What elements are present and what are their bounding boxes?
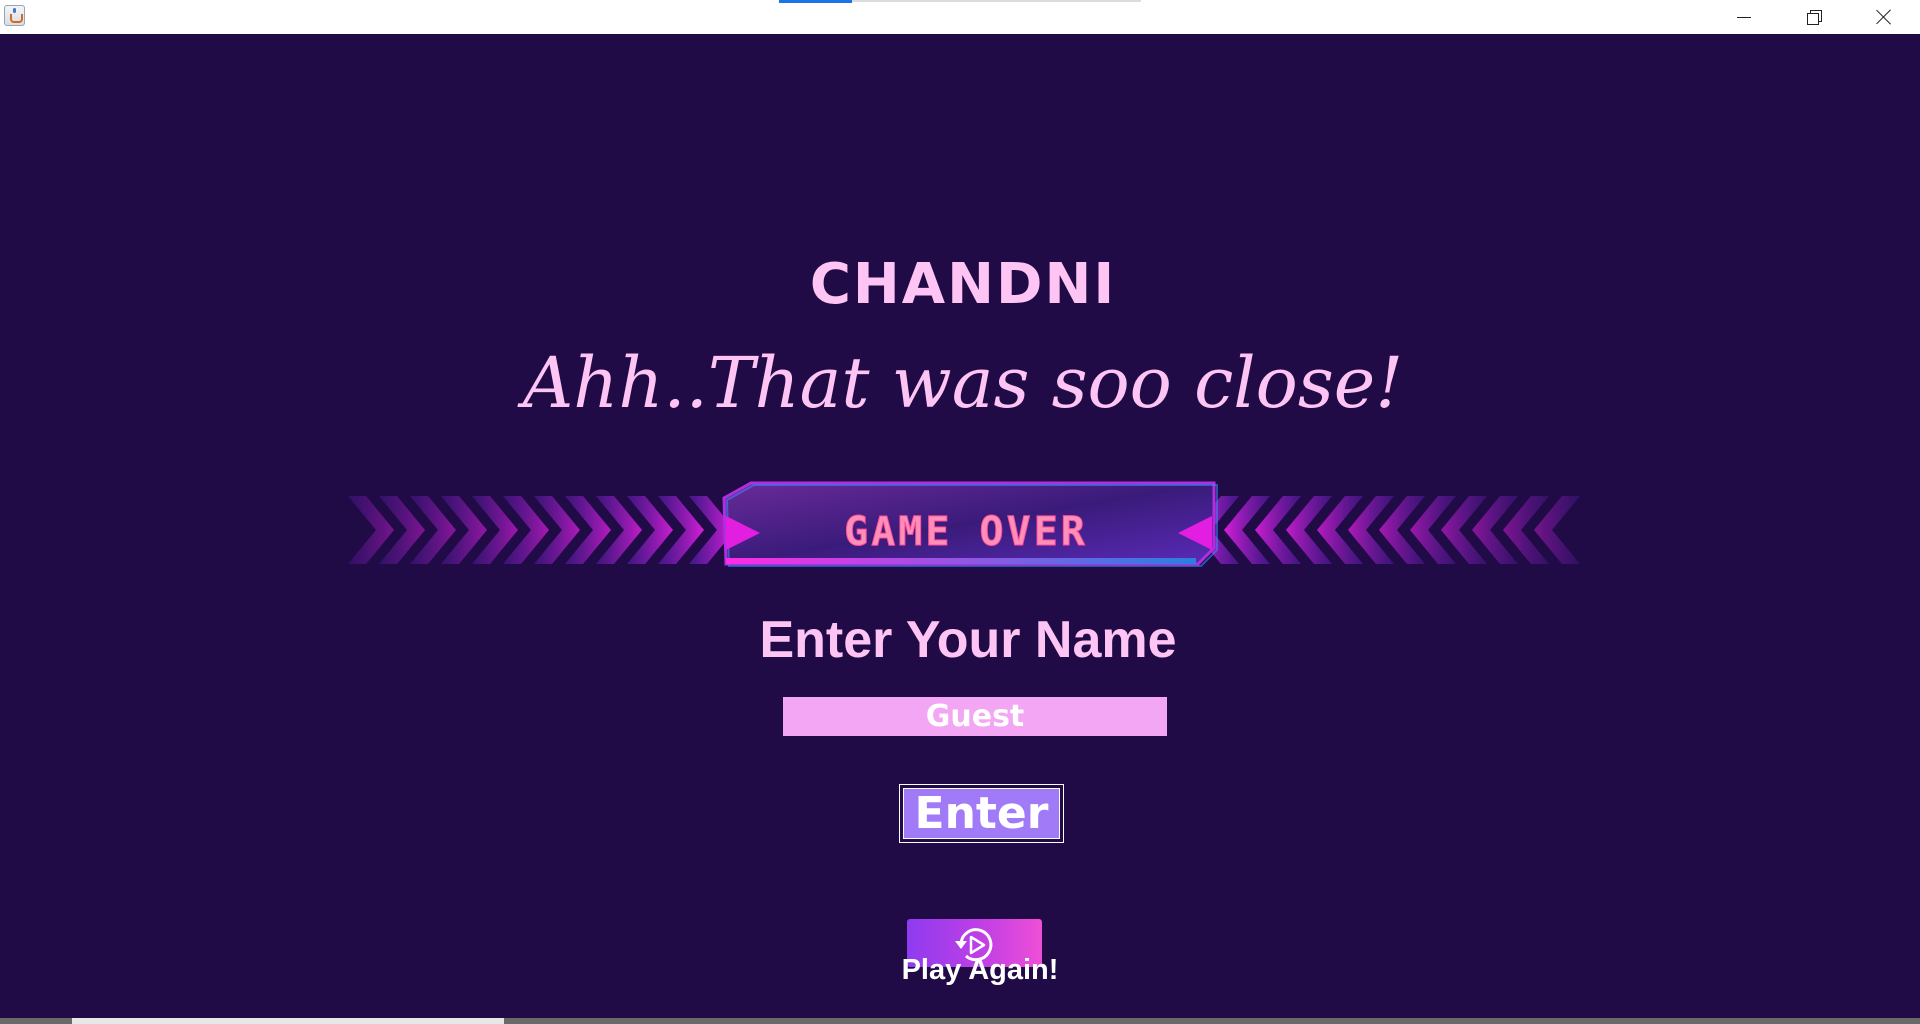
- game-over-banner-text: GAME OVER: [844, 509, 1088, 555]
- play-again-label: Play Again!: [901, 954, 1059, 986]
- name-input[interactable]: [783, 697, 1167, 736]
- minimize-icon: [1737, 16, 1751, 18]
- left-chevrons: [348, 496, 735, 564]
- chevron-right-decoration: [1534, 496, 1580, 564]
- close-button[interactable]: [1849, 0, 1919, 34]
- enter-button-label: Enter: [903, 788, 1060, 839]
- java-cup-icon: [4, 5, 25, 26]
- title-bar: [0, 0, 1920, 34]
- right-chevrons: [1193, 496, 1580, 564]
- game-over-banner: GAME OVER: [348, 481, 1580, 567]
- restore-button[interactable]: [1779, 0, 1849, 34]
- bottom-scroll-thumb[interactable]: [72, 1018, 504, 1024]
- chevron-left-decoration: [348, 496, 394, 564]
- game-window: CHANDNI Ahh..That was soo close! GAME OV…: [0, 0, 1920, 1024]
- tab-indicator-track: [852, 0, 1141, 2]
- tab-indicator: [779, 0, 852, 3]
- bottom-scroll-strip: [0, 1018, 1920, 1024]
- name-prompt: Enter Your Name: [759, 611, 1177, 669]
- restore-icon: [1807, 10, 1822, 25]
- player-name: CHANDNI: [809, 252, 1117, 317]
- enter-button[interactable]: Enter: [899, 784, 1064, 843]
- close-icon: [1876, 9, 1892, 25]
- minimize-button[interactable]: [1709, 0, 1779, 34]
- play-again-button[interactable]: Play Again!: [880, 917, 1080, 989]
- near-miss-message: Ahh..That was soo close!: [522, 342, 1404, 424]
